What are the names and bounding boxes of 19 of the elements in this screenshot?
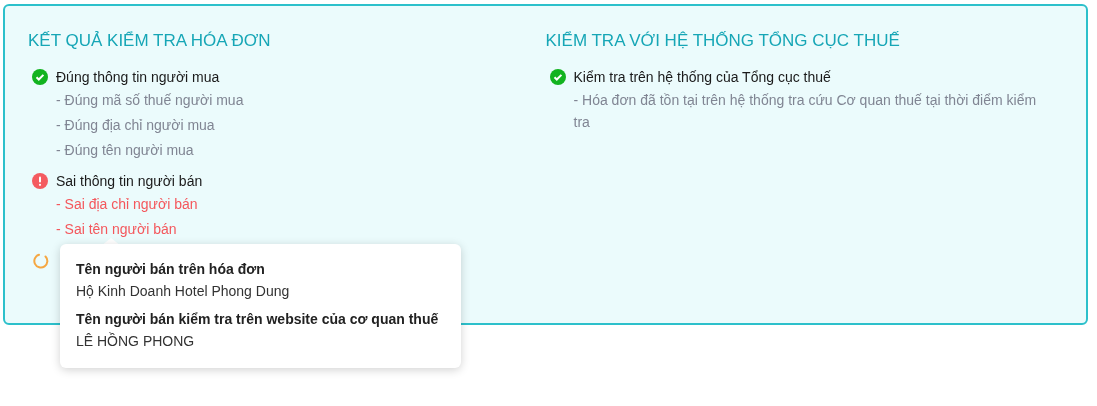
check-title: Kiểm tra trên hệ thống của Tổng cục thuế: [573, 68, 832, 87]
check-circle-icon: [32, 69, 48, 85]
check-detail: - Sai địa chỉ người bán: [56, 195, 198, 214]
section-title: KẾT QUẢ KIỂM TRA HÓA ĐƠN: [28, 30, 272, 52]
check-detail: - Đúng mã số thuế người mua: [56, 91, 244, 110]
check-detail: - Hóa đơn đã tồn tại trên hệ thống tra cứu Cơ quan thuế tại thời điểm kiểm tra: [573, 91, 1038, 132]
check-circle-icon: [549, 69, 566, 85]
check-detail: - Đúng địa chỉ người mua: [56, 116, 215, 135]
check-detail: - Sai tên người bán: [56, 220, 177, 239]
tooltip-value: LÊ HỒNG PHONG: [76, 331, 196, 351]
exclamation-circle-icon: [32, 173, 48, 189]
tooltip-label: Tên người bán kiểm tra trên website của cơ quan thuế: [76, 310, 440, 329]
loading-spinner-icon: [32, 252, 50, 270]
tooltip-value: Hộ Kinh Doanh Hotel Phong Dung: [76, 282, 291, 301]
section-title: KIỂM TRA VỚI HỆ THỐNG TỔNG CỤC THUẾ: [545, 30, 901, 52]
check-title: Sai thông tin người bán: [56, 172, 204, 191]
tooltip-label: Tên người bán trên hóa đơn: [76, 260, 266, 279]
check-detail: - Đúng tên người mua: [56, 141, 194, 160]
check-title: Đúng thông tin người mua: [56, 68, 221, 87]
